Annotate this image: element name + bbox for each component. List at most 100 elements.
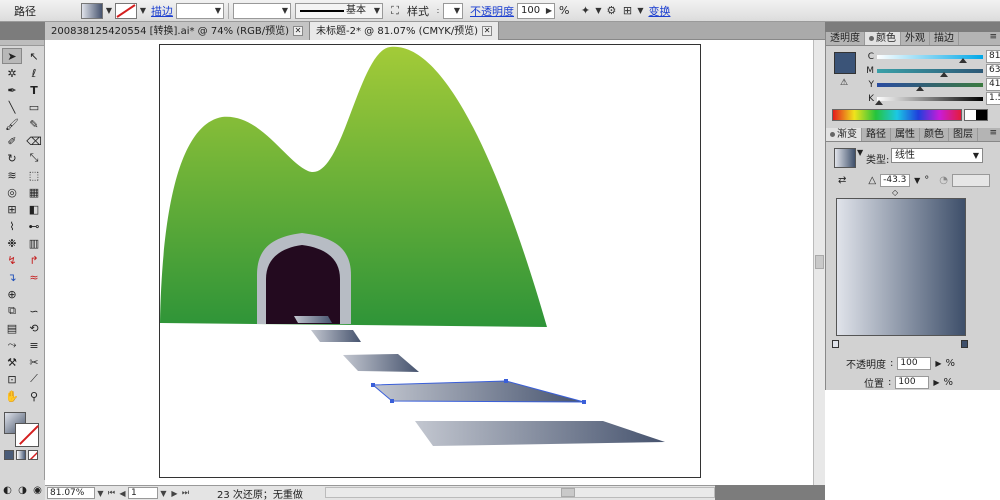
recolor-artwork-icon[interactable]: ✦	[577, 3, 593, 19]
chevron-down-icon[interactable]: ▼	[95, 489, 106, 498]
lasso-tool-icon[interactable]: ℓ	[24, 65, 44, 81]
graphic-style-select[interactable]: ▼	[443, 2, 463, 19]
angle-dropdown-icon[interactable]: ▼	[914, 176, 920, 185]
document-setup-icon[interactable]: ⚙	[603, 3, 619, 19]
scale-tool-icon[interactable]: ⤡	[24, 150, 44, 166]
active-color-swatch[interactable]	[834, 52, 856, 74]
channel-slider[interactable]	[877, 82, 983, 91]
tab-color-2[interactable]: 颜色	[920, 128, 949, 141]
eraser-tool-icon[interactable]: ⌫	[24, 133, 44, 149]
stepping-stone-5[interactable]	[415, 421, 665, 446]
line-tool-icon[interactable]: ╲	[2, 99, 22, 115]
close-icon[interactable]: ✕	[482, 26, 493, 36]
width-tool-icon[interactable]: ≋	[2, 167, 22, 183]
tab-appearance[interactable]: 外观	[901, 32, 930, 45]
transform-link[interactable]: 变换	[645, 3, 673, 19]
zoom-tool-icon[interactable]: ⚲	[24, 388, 44, 404]
action-tool-3-icon[interactable]: ↴	[2, 269, 22, 285]
close-icon[interactable]: ✕	[293, 26, 303, 36]
chevron-right-icon[interactable]: ▶	[933, 378, 939, 387]
aspect-ratio-input[interactable]	[951, 174, 990, 187]
align-tool-icon[interactable]: ≡	[24, 337, 44, 353]
pen-tool-icon[interactable]: ✒	[2, 82, 22, 98]
gradient-stop-start[interactable]	[832, 340, 839, 348]
column-graph-tool-icon[interactable]: ▥	[24, 235, 44, 251]
prev-page-icon[interactable]: ◀	[117, 489, 128, 498]
mesh-tool-icon[interactable]: ⊞	[2, 201, 22, 217]
last-page-icon[interactable]: ⏭	[180, 488, 191, 498]
channel-slider[interactable]	[877, 68, 983, 77]
pucker-tool-icon[interactable]: ⤳	[2, 337, 22, 353]
gradient-thumbnail[interactable]	[834, 148, 856, 168]
slider-knob[interactable]	[874, 99, 883, 105]
mountain-shape[interactable]	[160, 46, 547, 328]
chevron-down-icon[interactable]: ▼	[593, 3, 603, 19]
aspect-ratio-icon[interactable]: ◔	[939, 175, 948, 186]
screen-mode-icon[interactable]: ◉	[33, 485, 42, 496]
stepping-stone-2[interactable]	[311, 330, 361, 342]
align-stroke-icon[interactable]: ⛶	[387, 3, 403, 19]
canvas-area[interactable]	[45, 40, 813, 485]
tab-layers[interactable]: 图层	[949, 128, 978, 141]
chevron-right-icon[interactable]: ▶	[935, 359, 941, 368]
opacity-link[interactable]: 不透明度	[467, 3, 517, 19]
rotate-tool-icon[interactable]: ↻	[2, 150, 22, 166]
draw-normal-icon[interactable]: ◐	[3, 485, 12, 496]
color-mode-icon[interactable]	[4, 450, 14, 460]
channel-value[interactable]: 1.56	[986, 92, 1000, 105]
page-field[interactable]: 1	[128, 487, 158, 499]
out-of-gamut-icon[interactable]: ⚠	[840, 78, 848, 88]
crop-tool-icon[interactable]: ⊡	[2, 371, 22, 387]
stop-location-input[interactable]: 100	[895, 376, 930, 389]
tunnel-opening[interactable]	[266, 245, 340, 324]
artboard[interactable]	[159, 44, 701, 478]
gradient-type-select[interactable]: 线性 ▼	[891, 148, 983, 163]
vertical-scrollbar[interactable]	[813, 40, 825, 485]
direct-selection-tool-icon[interactable]: ↖	[24, 48, 44, 64]
slice-tool-icon[interactable]: ∽	[24, 303, 44, 319]
artboard-tool-icon[interactable]: ⧉	[2, 303, 22, 319]
slider-knob[interactable]	[959, 57, 968, 63]
action-tool-2-icon[interactable]: ↱	[24, 252, 44, 268]
gradient-stop-end[interactable]	[961, 340, 968, 348]
select-similar-icon[interactable]: ⊞	[619, 3, 635, 19]
anchor-point[interactable]	[504, 379, 508, 383]
symbol-sprayer-tool-icon[interactable]: ❉	[2, 235, 22, 251]
tab-gradient[interactable]: 渐变	[826, 128, 862, 141]
crosshair-tool-icon[interactable]: ⊕	[2, 286, 22, 302]
gradient-mode-icon[interactable]	[16, 450, 26, 460]
warp-tool-icon[interactable]: ⟲	[24, 320, 44, 336]
fill-stroke-widget[interactable]	[2, 410, 42, 447]
stroke-weight-field[interactable]: ▼	[176, 2, 224, 19]
slider-knob[interactable]	[916, 85, 925, 91]
measure-tool-icon[interactable]: ⟋	[24, 371, 44, 387]
action-tool-4-icon[interactable]: ≈	[24, 269, 44, 285]
chevron-down-icon[interactable]: ▼	[635, 3, 645, 19]
vertical-scroll-thumb[interactable]	[815, 255, 824, 269]
hand-tool-icon[interactable]: ✋	[2, 388, 22, 404]
paintbrush-tool-icon[interactable]: 🖌	[2, 116, 22, 132]
slider-knob[interactable]	[940, 71, 949, 77]
stepping-stone-3[interactable]	[343, 354, 419, 372]
channel-value[interactable]: 41.02	[986, 78, 1000, 91]
tab-transparency[interactable]: 透明度	[826, 32, 865, 45]
chevron-down-icon[interactable]: ▼	[857, 148, 863, 157]
next-page-icon[interactable]: ▶	[169, 489, 180, 498]
tab-pathfinder[interactable]: 路径	[862, 128, 891, 141]
channel-slider[interactable]	[877, 54, 983, 63]
type-tool-icon[interactable]: T	[24, 82, 44, 98]
anchor-point[interactable]	[371, 383, 375, 387]
horizontal-scroll-thumb[interactable]	[561, 488, 575, 497]
shape-builder-tool-icon[interactable]: ◎	[2, 184, 22, 200]
document-tab-1[interactable]: 200838125420554 [转换].ai* @ 74% (RGB/预览) …	[45, 22, 310, 40]
perspective-grid-tool-icon[interactable]: ▦	[24, 184, 44, 200]
variable-width-select[interactable]: ▼	[233, 2, 291, 19]
color-spectrum[interactable]	[832, 109, 962, 121]
gradient-preview[interactable]	[836, 198, 966, 336]
reverse-gradient-icon[interactable]: ⇄	[838, 175, 846, 186]
panel-menu-icon[interactable]: ≡	[986, 128, 1000, 141]
none-mode-icon[interactable]	[28, 450, 38, 460]
tab-color[interactable]: 颜色	[865, 32, 901, 45]
draw-behind-icon[interactable]: ◑	[18, 485, 27, 496]
pencil-tool-icon[interactable]: ✎	[24, 116, 44, 132]
